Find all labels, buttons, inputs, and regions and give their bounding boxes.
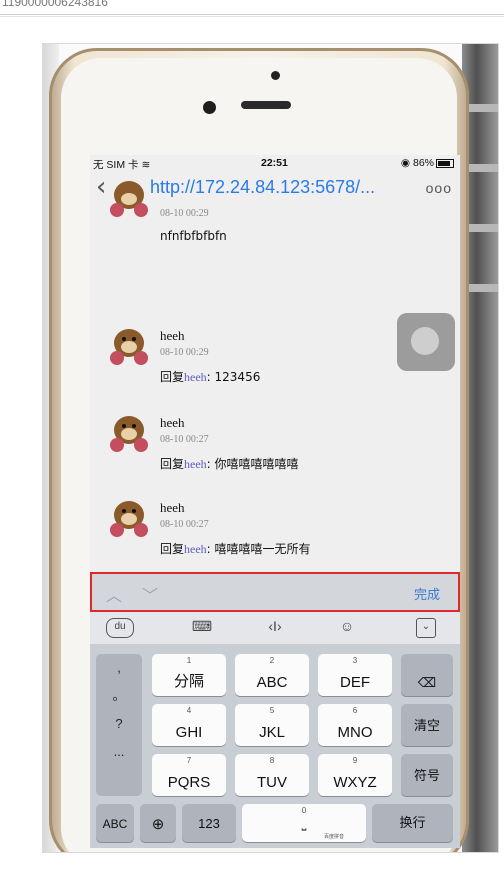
newline-key[interactable]: 换行 (372, 804, 453, 842)
key-2[interactable]: 2 ABC (235, 654, 309, 696)
phone-body: 无 SIM 卡 ≋ 22:51 ◉ 86% ‹ http://172.24.84… (49, 48, 469, 852)
key-4[interactable]: 4 GHI (152, 704, 226, 746)
punct-key[interactable]: ? (96, 710, 142, 738)
key-6[interactable]: 6 MNO (318, 704, 392, 746)
collapse-keyboard-icon[interactable]: ⌄ (416, 618, 436, 638)
num-123-key[interactable]: 123 (182, 804, 236, 842)
divider (0, 16, 504, 17)
punct-key[interactable]: 。 (96, 682, 142, 710)
key-7[interactable]: 7 PQRS (152, 754, 226, 796)
chevron-down-icon[interactable]: ﹀ (142, 582, 158, 606)
earpiece-speaker (241, 101, 291, 109)
rotation-lock-icon: ◉ (400, 157, 411, 169)
screenshot-photo: 无 SIM 卡 ≋ 22:51 ◉ 86% ‹ http://172.24.84… (42, 43, 499, 853)
battery-icon (436, 158, 454, 168)
keyboard-icon[interactable]: ⌨ (190, 618, 214, 636)
ime-toolbar: du ⌨ ‹I› ☺ ⌄ (90, 612, 460, 645)
carrier-status: 无 SIM 卡 ≋ (93, 159, 151, 171)
phone-screen: 无 SIM 卡 ≋ 22:51 ◉ 86% ‹ http://172.24.84… (90, 155, 460, 848)
sensor-icon (271, 71, 280, 80)
background-bar (468, 104, 498, 112)
comment-author[interactable]: heeh (160, 328, 185, 344)
chevron-up-icon[interactable]: ︿ (106, 582, 122, 606)
wifi-icon: ≋ (141, 159, 151, 171)
comment-time: 08-10 00:29 (160, 347, 209, 358)
comment-item: heeh 08-10 00:27 回复heeh: 你嘻嘻嘻嘻嘻嘻 (90, 412, 460, 492)
done-button[interactable]: 完成 (414, 584, 440, 603)
page-id: 1190000006243816 (2, 0, 108, 9)
punct-key[interactable]: ... (96, 738, 142, 766)
key-9[interactable]: 9 WXYZ (318, 754, 392, 796)
clear-key[interactable]: 清空 (401, 704, 453, 746)
battery-status: ◉ 86% (401, 157, 454, 169)
comment-text: 回复heeh: 嘻嘻嘻嘻一无所有 (160, 542, 311, 556)
emoji-icon[interactable]: ☺ (336, 618, 358, 636)
comment-item: heeh 08-10 00:27 回复heeh: 嘻嘻嘻嘻一无所有 (90, 497, 460, 572)
space-bar-icon: ⎵ (301, 817, 307, 831)
du-logo-icon[interactable]: du (106, 618, 134, 638)
comment-item: 08-10 00:29 nfnfbfbfbfn (90, 181, 460, 250)
background-bar (468, 164, 498, 172)
comment-author[interactable]: heeh (160, 500, 185, 516)
abc-key[interactable]: ABC (96, 804, 134, 842)
globe-icon: ⊕ (151, 816, 165, 833)
punctuation-column[interactable]: , 。 ? ... (96, 654, 142, 796)
avatar (108, 497, 150, 541)
comment-text: 回复heeh: 123456 (160, 370, 261, 384)
key-5[interactable]: 5 JKL (235, 704, 309, 746)
avatar (108, 412, 150, 456)
key-1[interactable]: 1 分隔 (152, 654, 226, 696)
cursor-move-icon[interactable]: ‹I› (262, 618, 288, 636)
comment-text: nfnfbfbfbfn (160, 229, 227, 243)
status-time: 22:51 (261, 157, 288, 169)
chevron-left-icon[interactable]: ‹ (96, 172, 106, 202)
comment-time: 08-10 00:27 (160, 519, 209, 530)
assistive-touch-button[interactable] (397, 313, 455, 371)
comment-text: 回复heeh: 你嘻嘻嘻嘻嘻嘻 (160, 457, 299, 471)
background-bar (468, 284, 498, 292)
keyboard-accessory-toolbar: ︿ ﹀ 完成 (90, 572, 460, 612)
front-camera-icon (203, 101, 216, 114)
comment-time: 08-10 00:27 (160, 434, 209, 445)
page-id-bar: 1190000006243816 (0, 0, 504, 15)
key-8[interactable]: 8 TUV (235, 754, 309, 796)
key-3[interactable]: 3 DEF (318, 654, 392, 696)
symbol-key[interactable]: 符号 (401, 754, 453, 796)
url-title[interactable]: http://172.24.84.123:5678/... (150, 177, 412, 198)
more-icon[interactable]: ooo (426, 180, 452, 196)
keyboard: , 。 ? ... 1 分隔 2 ABC 3 DEF ⌫ 4 GHI 5 JKL 6 MNO… (90, 644, 460, 848)
comment-author[interactable]: heeh (160, 415, 185, 431)
backspace-icon: ⌫ (417, 675, 437, 690)
background-bar (468, 224, 498, 232)
avatar (108, 325, 150, 369)
backspace-key[interactable]: ⌫ (401, 654, 453, 696)
comment-time: 08-10 00:29 (160, 208, 209, 219)
avatar (108, 177, 150, 221)
globe-key[interactable]: ⊕ (140, 804, 176, 842)
punct-key[interactable]: , (96, 654, 142, 682)
space-key[interactable]: 0 ⎵ 百度拼音 (242, 804, 366, 842)
status-bar: 无 SIM 卡 ≋ 22:51 ◉ 86% (90, 155, 460, 172)
